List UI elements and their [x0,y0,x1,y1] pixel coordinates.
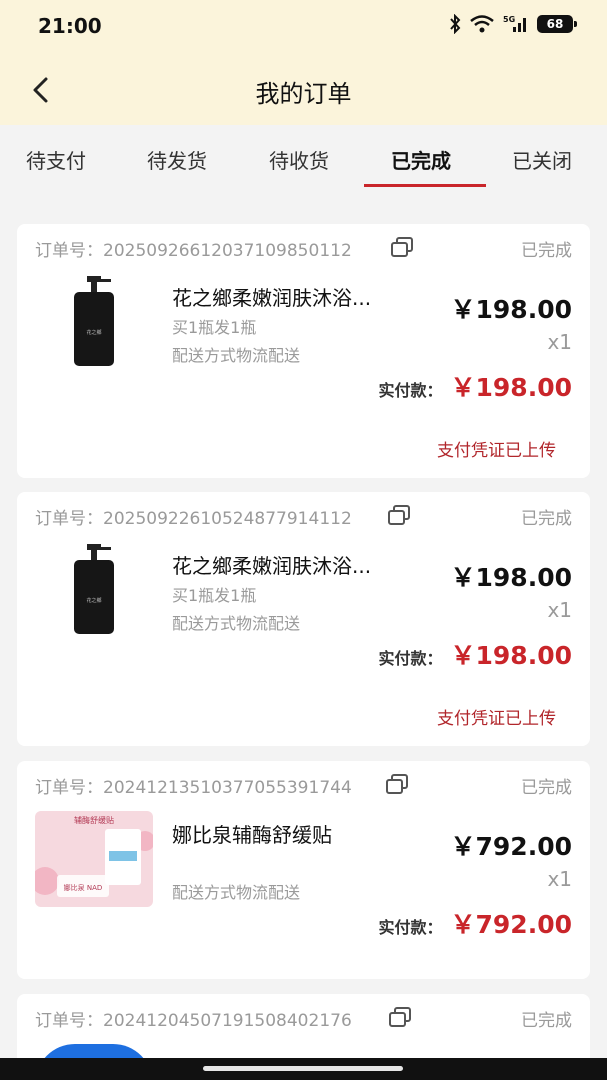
product-name: 娜比泉辅酶舒缓贴 [172,823,332,847]
unit-price: ￥792.00 [450,832,572,861]
copy-icon[interactable] [388,1006,412,1028]
product-thumbnail[interactable]: 花之鄉 [35,274,153,370]
order-card[interactable]: 订单号：20250922610524877914112 已完成 花之鄉 花之鄉柔… [17,492,590,746]
svg-text:辅酶舒缓贴: 辅酶舒缓贴 [74,815,114,825]
copy-icon[interactable] [387,504,411,526]
shipping-method: 配送方式物流配送 [172,883,301,902]
order-number: 订单号：20250922610524877914112 [35,509,352,529]
page-title: 我的订单 [255,80,352,108]
svg-text:花之鄉: 花之鄉 [86,329,101,336]
payment-voucher-link[interactable]: 支付凭证已上传 [437,704,556,729]
order-card[interactable]: 订单号：20241213510377055391744 已完成 辅酶舒缓贴 娜比… [17,761,590,979]
tab-pending-receipt[interactable]: 待收货 [269,145,329,174]
tab-closed[interactable]: 已关闭 [512,145,572,174]
order-number: 订单号：2025092661203710985011​2 [35,241,352,261]
product-thumbnail[interactable]: 花之鄉 [35,542,153,638]
body-wash-bottle-image: 花之鄉 [74,544,114,634]
quantity: x1 [547,867,572,891]
body-wash-bottle-image: 花之鄉 [74,276,114,366]
signal-icon: 5G [503,15,526,32]
product-name: 花之鄉柔嫩润肤沐浴... [172,286,372,310]
tab-pending-shipment[interactable]: 待发货 [147,145,207,174]
paid-amount: ￥198.00 [450,641,572,670]
order-status: 已完成 [521,509,572,529]
shipping-method: 配送方式物流配送 [172,346,301,365]
active-tab-indicator [364,184,486,187]
copy-icon[interactable] [385,773,409,795]
svg-text:娜比泉 NAD: 娜比泉 NAD [64,883,103,892]
soothing-patch-box-image: 辅酶舒缓贴 娜比泉 NAD [35,811,153,907]
product-spec: 买1瓶发1瓶 [172,318,257,337]
product-spec: 买1瓶发1瓶 [172,586,257,605]
paid-row: 实付款： ￥198.00 [379,368,573,404]
copy-icon[interactable] [390,236,414,258]
product-thumbnail[interactable]: 辅酶舒缓贴 娜比泉 NAD [35,811,153,907]
shipping-method: 配送方式物流配送 [172,614,301,633]
paid-label: 实付款： [378,649,443,668]
battery-level: 68 [546,17,564,31]
unit-price: ￥198.00 [450,563,572,592]
wifi-icon [470,15,494,33]
order-card[interactable]: 订单号：2025092661203710985011​2 已完成 花之鄉 花之鄉… [17,224,590,478]
order-status: 已完成 [521,1011,572,1031]
status-icons: 5G 68 [449,14,577,34]
paid-row: 实付款： ￥198.00 [379,636,573,672]
svg-text:花之鄉: 花之鄉 [86,597,101,604]
status-time: 21:00 [38,14,102,38]
quantity: x1 [547,330,572,354]
bluetooth-icon [450,14,461,34]
order-number: 订单号：20241204507191508402176 [35,1011,352,1031]
paid-amount: ￥792.00 [450,910,572,939]
tab-pending-payment[interactable]: 待支付 [26,145,86,174]
paid-amount: ￥198.00 [450,373,572,402]
payment-voucher-link[interactable]: 支付凭证已上传 [437,436,556,461]
paid-label: 实付款： [378,918,443,937]
home-indicator[interactable] [203,1066,403,1071]
paid-row: 实付款： ￥792.00 [379,905,573,941]
quantity: x1 [547,598,572,622]
svg-text:5G: 5G [503,15,515,24]
order-status: 已完成 [521,778,572,798]
unit-price: ￥198.00 [450,295,572,324]
order-number: 订单号：20241213510377055391744 [35,778,352,798]
order-status: 已完成 [521,241,572,261]
tab-completed[interactable]: 已完成 [391,145,451,174]
top-bar: 21:00 5G 68 我的订单 [0,0,607,125]
status-bar: 21:00 5G 68 [0,0,607,54]
product-name: 花之鄉柔嫩润肤沐浴... [172,554,372,578]
battery-icon: 68 [537,15,577,33]
paid-label: 实付款： [378,381,443,400]
